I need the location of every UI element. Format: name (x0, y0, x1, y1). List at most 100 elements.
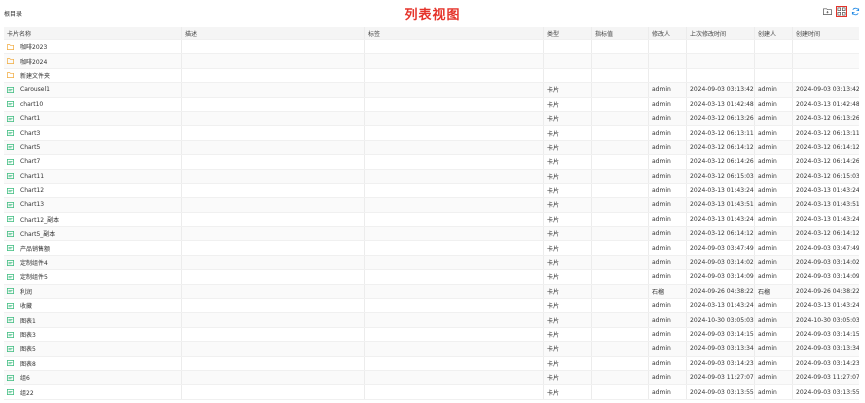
creator-cell: admin (755, 183, 793, 198)
card-row[interactable]: Chart5 卡片 admin 2024-03-12 06:14:12 admin 202… (4, 140, 859, 156)
item-name[interactable]: Chart3 (20, 130, 40, 137)
type-cell: 卡片 (544, 284, 592, 299)
card-icon (7, 245, 14, 252)
created-time-cell: 2024-03-13 01:43:24 (796, 187, 859, 195)
type-cell (544, 54, 592, 68)
item-name[interactable]: 图表1 (20, 316, 36, 325)
new-folder-button[interactable] (822, 6, 833, 17)
column-header-metric[interactable]: 指标值 (592, 27, 649, 39)
modifier-cell: admin (649, 227, 687, 241)
item-name[interactable]: chart10 (20, 101, 43, 108)
item-name[interactable]: 图表8 (20, 359, 36, 368)
refresh-button[interactable] (850, 6, 861, 17)
item-name[interactable]: 新建文件夹 (20, 71, 50, 80)
card-row[interactable]: 产品销售额 卡片 admin 2024-09-03 03:47:49 admin 2024… (4, 241, 859, 256)
column-header-modifier[interactable]: 修改人 (649, 27, 687, 39)
item-name[interactable]: 定制组件4 (20, 258, 48, 267)
column-header-created-time[interactable]: 创建时间 (793, 27, 859, 39)
item-name[interactable]: 咖啡2024 (20, 57, 47, 66)
column-header-modified-time[interactable]: 上次修改时间 (687, 27, 755, 39)
item-name[interactable]: Chart11 (20, 173, 44, 180)
card-row[interactable]: Chart3 卡片 admin 2024-03-12 06:13:11 admin 202… (4, 126, 859, 141)
tags-cell (365, 212, 544, 227)
item-name[interactable]: Chart7 (20, 158, 40, 165)
column-header-type[interactable]: 类型 (544, 27, 592, 39)
card-icon (7, 101, 14, 108)
card-row[interactable]: Chart5_副本 卡片 admin 2024-03-12 06:14:12 admin… (4, 227, 859, 242)
item-name[interactable]: 图表5 (20, 344, 36, 353)
created-time-cell: 2024-09-03 03:13:42 (796, 86, 859, 94)
item-name[interactable]: 产品销售额 (20, 244, 50, 253)
item-name[interactable]: Chart5 (20, 144, 40, 151)
item-name[interactable]: Chart13 (20, 201, 44, 208)
description-cell (182, 313, 365, 327)
metric-cell (592, 97, 649, 111)
item-name[interactable]: Carousel1 (20, 86, 50, 93)
column-header-name[interactable]: 卡片名称 (4, 27, 182, 39)
item-name[interactable]: 图表3 (20, 330, 36, 339)
tags-cell (365, 183, 544, 198)
description-cell (182, 97, 365, 111)
name-cell: 产品销售额 (4, 241, 182, 255)
card-row[interactable]: 利润 卡片 石榴 2024-09-26 04:38:22 石榴 2024-09-26 04… (4, 284, 859, 300)
item-name[interactable]: 咖啡2023 (20, 42, 47, 51)
metric-cell (592, 83, 649, 97)
item-name[interactable]: 定制组件5 (20, 272, 48, 281)
item-name[interactable]: 收藏 (20, 301, 32, 310)
description-cell (182, 111, 365, 126)
name-cell: 收藏 (4, 299, 182, 313)
card-row[interactable]: 组6 卡片 admin 2024-09-03 11:27:07 admin 2024-09… (4, 370, 859, 386)
card-row[interactable]: 图表5 卡片 admin 2024-09-03 03:13:34 admin 2024-0… (4, 342, 859, 357)
list-view-button[interactable] (836, 6, 847, 17)
folder-row[interactable]: 新建文件夹 (4, 68, 859, 84)
card-row[interactable]: 图表3 卡片 admin 2024-09-03 03:14:15 admin 2024-0… (4, 327, 859, 343)
top-bar: 根目录 列表视图 (0, 0, 865, 27)
tags-cell (365, 313, 544, 327)
modified-time-cell: 2024-09-03 03:14:02 (687, 255, 755, 270)
card-row[interactable]: Carousel1 卡片 admin 2024-09-03 03:13:42 admin… (4, 83, 859, 98)
metric-cell (592, 284, 649, 299)
tags-cell (365, 227, 544, 241)
item-name[interactable]: Chart12 (20, 187, 44, 194)
card-row[interactable]: 定制组件4 卡片 admin 2024-09-03 03:14:02 admin 2024… (4, 255, 859, 271)
creator-cell: admin (755, 227, 793, 241)
item-name[interactable]: Chart5_副本 (20, 229, 55, 238)
item-name[interactable]: Chart12_副本 (20, 215, 59, 224)
modified-time-cell: 2024-09-03 03:14:23 (687, 356, 755, 370)
folder-row[interactable]: 咖啡2023 (4, 40, 859, 55)
card-row[interactable]: Chart7 卡片 admin 2024-03-12 06:14:26 admin 202… (4, 155, 859, 170)
column-header-description[interactable]: 描述 (182, 27, 365, 39)
tags-cell (365, 140, 544, 155)
card-row[interactable]: Chart1 卡片 admin 2024-03-12 06:13:26 admin 202… (4, 111, 859, 127)
item-name[interactable]: 组6 (20, 373, 30, 382)
created-time-cell: 2024-09-03 03:14:23 (796, 359, 859, 367)
card-row[interactable]: 收藏 卡片 admin 2024-03-13 01:43:24 admin 2024-03… (4, 299, 859, 314)
creator-cell: admin (755, 327, 793, 342)
column-header-tags[interactable]: 标签 (365, 27, 544, 39)
description-cell (182, 227, 365, 241)
card-row[interactable]: chart10 卡片 admin 2024-03-13 01:42:48 admin 20… (4, 97, 859, 112)
tags-cell (365, 155, 544, 169)
card-row[interactable]: 图表8 卡片 admin 2024-09-03 03:14:23 admin 2024-0… (4, 356, 859, 371)
modified-time-cell: 2024-03-13 01:43:24 (687, 299, 755, 313)
type-cell: 卡片 (544, 140, 592, 155)
modified-time-cell (687, 54, 755, 68)
card-row[interactable]: Chart12_副本 卡片 admin 2024-03-13 01:43:24 admi… (4, 212, 859, 228)
card-row[interactable]: 定制组件5 卡片 admin 2024-09-03 03:14:09 admin 2024… (4, 270, 859, 285)
column-header-creator[interactable]: 创建人 (755, 27, 793, 39)
card-row[interactable]: Chart12 卡片 admin 2024-03-13 01:43:24 admin 20… (4, 183, 859, 199)
card-icon (7, 115, 14, 122)
item-name[interactable]: 利润 (20, 287, 32, 296)
card-row[interactable]: 组22 卡片 admin 2024-09-03 03:13:55 admin 2024-0… (4, 385, 859, 400)
creator-cell: admin (755, 169, 793, 183)
card-row[interactable]: Chart11 卡片 admin 2024-03-12 06:15:03 admin 20… (4, 169, 859, 184)
tags-cell (365, 270, 544, 284)
folder-row[interactable]: 咖啡2024 (4, 54, 859, 69)
card-icon (7, 173, 14, 180)
item-name[interactable]: 组22 (20, 388, 34, 397)
name-cell: 定制组件4 (4, 255, 182, 270)
creator-cell: admin (755, 270, 793, 284)
item-name[interactable]: Chart1 (20, 115, 40, 122)
card-row[interactable]: Chart13 卡片 admin 2024-03-13 01:43:51 admin 20… (4, 198, 859, 213)
card-row[interactable]: 图表1 卡片 admin 2024-10-30 03:05:03 admin 2024-1… (4, 313, 859, 328)
